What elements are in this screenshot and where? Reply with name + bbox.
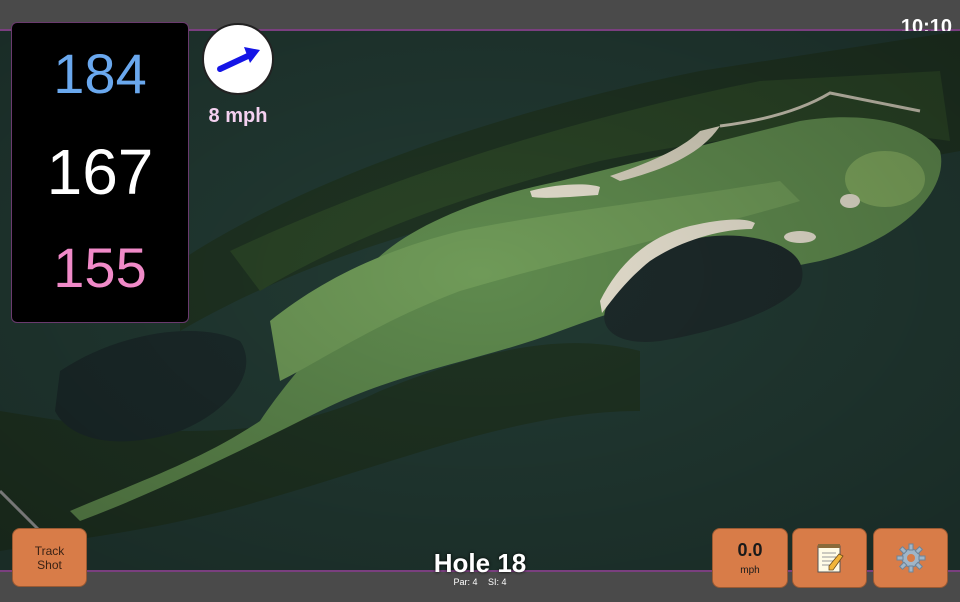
distance-middle: 167 [46, 136, 154, 208]
hole-title: Hole 18 [433, 548, 527, 578]
distance-panel: 184 167 155 [11, 22, 189, 323]
wind-direction-indicator [202, 23, 274, 95]
notepad-icon [817, 544, 844, 573]
speed-value: 0.0 [737, 540, 763, 560]
notes-button[interactable] [792, 528, 867, 588]
speed-unit: mph [740, 565, 760, 576]
speed-button[interactable]: 0.0 mph [712, 528, 788, 588]
gear-icon [896, 543, 925, 573]
track-shot-label: Track Shot [34, 543, 65, 572]
settings-button[interactable] [873, 528, 948, 588]
hole-stroke-index: SI: 4 [488, 577, 507, 587]
distance-back: 184 [53, 42, 147, 105]
distance-front: 155 [53, 236, 147, 299]
track-shot-button[interactable]: Track Shot [12, 528, 87, 587]
hole-par: Par: 4 [453, 577, 478, 587]
wind-speed: 8 mph [208, 105, 268, 127]
wind-arrow-icon [217, 47, 260, 72]
hole-info: Par: 4 SI: 4 [380, 577, 580, 587]
